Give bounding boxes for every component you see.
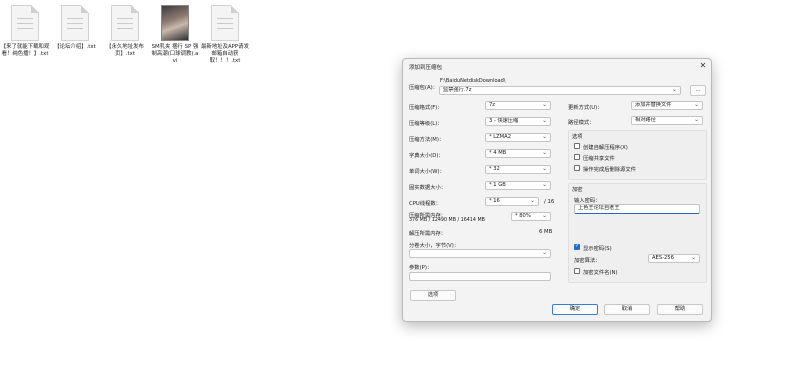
- enc-method-value: AES-256: [652, 255, 674, 261]
- unmem-label: 解压所需内存：: [409, 231, 447, 237]
- dict-label: 字典大小(D)：: [409, 153, 444, 159]
- method-value: * LZMA2: [489, 134, 512, 140]
- encryption-group-title: 加密: [572, 187, 583, 193]
- format-select[interactable]: 7z: [485, 101, 551, 110]
- password-value: 上色王论坛自老王: [578, 205, 620, 211]
- encrypt-names-label: 加密文件名(N): [583, 270, 618, 276]
- desktop-file-icon[interactable]: SM乳夹 捆行 SP 强制高潮(口球调教).avi: [150, 5, 200, 65]
- password-input[interactable]: 上色王论坛自老王: [574, 204, 700, 214]
- format-value: 7z: [489, 102, 496, 108]
- text-file-icon: [61, 5, 89, 41]
- dialog-title: 添加到压缩包: [409, 65, 443, 71]
- cpu-select[interactable]: * 16: [485, 197, 539, 206]
- desktop-file-label: SM乳夹 捆行 SP 强制高潮(口球调教).avi: [151, 44, 199, 64]
- level-select[interactable]: 3 - 快速压缩: [485, 117, 551, 126]
- desktop-file-icon[interactable]: 【永久地址发布页】.txt: [100, 5, 150, 58]
- desktop-file-label: 【论坛介绍】.txt: [54, 44, 96, 50]
- word-select[interactable]: * 32: [485, 165, 551, 174]
- pathmode-select[interactable]: 相对路径: [631, 116, 703, 125]
- help-button[interactable]: 帮助: [657, 304, 703, 315]
- shared-checkbox[interactable]: [574, 154, 580, 160]
- cpu-total: / 16: [544, 199, 555, 205]
- archive-path: F:\BaiduNetdiskDownload\: [440, 78, 506, 84]
- cpu-value: * 16: [489, 198, 500, 204]
- delete-after-checkbox[interactable]: [574, 165, 580, 171]
- solid-label: 固实数据大小：: [409, 185, 447, 191]
- split-select[interactable]: [409, 249, 551, 258]
- update-value: 添加并替换文件: [635, 102, 672, 108]
- desktop-file-label: 【来了就能下载和观看！纯色播！】.txt: [0, 44, 50, 57]
- update-label: 更新方式(U)：: [568, 105, 603, 111]
- sfx-checkbox[interactable]: [574, 143, 580, 149]
- delete-after-label: 操作完成后删除源文件: [583, 167, 636, 173]
- method-select[interactable]: * LZMA2: [485, 133, 551, 142]
- archive-label: 压缩包(A)：: [409, 85, 438, 91]
- word-value: * 32: [489, 166, 500, 172]
- sfx-label: 创建自解压程序(X): [583, 145, 628, 151]
- desktop-file-icon[interactable]: 【论坛介绍】.txt: [50, 5, 100, 51]
- method-label: 压缩方法(M)：: [409, 137, 445, 143]
- desktop-file-label: 最新地址及APP请发邮箱自动获取！！！.txt: [201, 44, 249, 64]
- update-select[interactable]: 添加并替换文件: [631, 101, 703, 110]
- text-file-icon: [11, 5, 39, 41]
- dict-value: * 4 MB: [489, 150, 507, 156]
- solid-select[interactable]: * 1 GB: [485, 181, 551, 190]
- show-password-label: 显示密码(S): [583, 246, 612, 252]
- enc-method-label: 加密算法：: [574, 258, 601, 264]
- pathmode-label: 路径模式：: [568, 120, 595, 126]
- split-label: 分卷大小，字节(V)：: [409, 243, 460, 249]
- level-value: 3 - 快速压缩: [489, 118, 519, 124]
- text-file-icon: [211, 5, 239, 41]
- show-password-checkbox[interactable]: [574, 243, 580, 250]
- close-icon[interactable]: ✕: [698, 61, 708, 71]
- mem-percent-select[interactable]: * 80%: [511, 212, 551, 221]
- encrypt-names-checkbox[interactable]: [574, 268, 580, 274]
- pathmode-value: 相对路径: [635, 117, 656, 123]
- unmem-value: 6 MB: [539, 229, 553, 235]
- browse-button[interactable]: ...: [690, 85, 706, 96]
- level-label: 压缩等级(L)：: [409, 121, 443, 127]
- mem-detail: 376 MB / 12490 MB / 16414 MB: [409, 218, 485, 223]
- cancel-button[interactable]: 取消: [604, 304, 650, 315]
- ok-button[interactable]: 确定: [552, 304, 598, 315]
- params-input[interactable]: [409, 272, 551, 281]
- title-bar[interactable]: 添加到压缩包 ✕: [403, 59, 711, 73]
- word-label: 单词大小(W)：: [409, 169, 445, 175]
- dict-select[interactable]: * 4 MB: [485, 149, 551, 158]
- password-label: 输入密码：: [574, 198, 601, 204]
- archive-name-value: 监禁强行.7z: [443, 87, 472, 93]
- options-button[interactable]: 选项: [410, 290, 456, 301]
- options-group-title: 选项: [572, 134, 583, 140]
- shared-label: 压缩共享文件: [583, 156, 615, 162]
- format-label: 压缩格式(F)：: [409, 105, 443, 111]
- desktop-file-icon[interactable]: 最新地址及APP请发邮箱自动获取！！！.txt: [200, 5, 250, 65]
- params-label: 参数(P)：: [409, 265, 433, 271]
- add-to-archive-dialog: 添加到压缩包 ✕ 压缩包(A)： F:\BaiduNetdiskDownload…: [402, 58, 712, 322]
- desktop-file-label: 【永久地址发布页】.txt: [106, 44, 144, 57]
- archive-name-combo[interactable]: 监禁强行.7z: [439, 86, 681, 95]
- text-file-icon: [111, 5, 139, 41]
- solid-value: * 1 GB: [489, 182, 506, 188]
- video-thumbnail-icon: [161, 5, 189, 41]
- enc-method-select[interactable]: AES-256: [648, 254, 700, 263]
- cpu-label: CPU线程数：: [409, 201, 441, 207]
- desktop-file-icon[interactable]: 【来了就能下载和观看！纯色播！】.txt: [0, 5, 50, 58]
- mem-percent-value: * 80%: [515, 213, 531, 219]
